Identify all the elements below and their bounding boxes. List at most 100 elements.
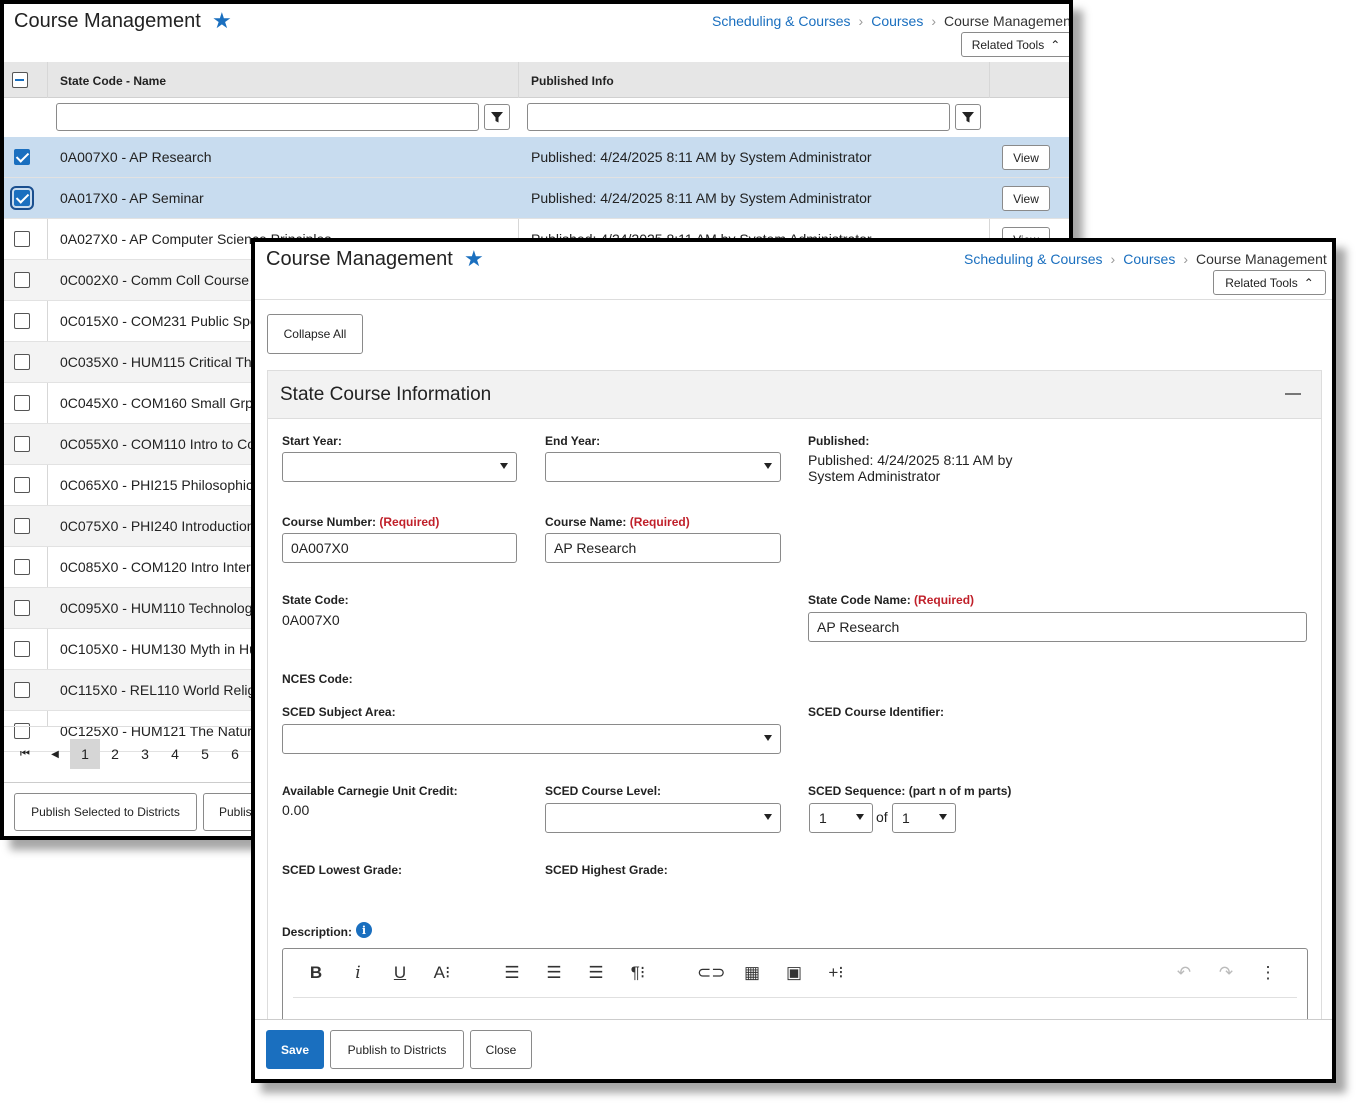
related-tools-button[interactable]: Related Tools ⌃ — [1213, 270, 1326, 295]
table-icon[interactable]: ▦ — [739, 963, 765, 983]
state-code-value: 0A007X0 — [282, 612, 340, 628]
column-header-state-code-name[interactable]: State Code - Name — [60, 74, 166, 88]
state-code-name-label-text: State Code Name: — [808, 593, 911, 607]
page-button[interactable]: 3 — [130, 739, 160, 769]
breadcrumb-separator-icon: › — [858, 13, 864, 29]
table-row[interactable]: 0A007X0 - AP Research Published: 4/24/202… — [4, 137, 1069, 178]
row-checkbox[interactable] — [14, 231, 30, 247]
breadcrumb-scheduling[interactable]: Scheduling & Courses — [712, 13, 851, 29]
page-button[interactable]: 6 — [220, 739, 250, 769]
filter-icon[interactable] — [484, 104, 510, 130]
row-checkbox[interactable] — [10, 186, 34, 210]
page-button[interactable]: 1 — [70, 739, 100, 769]
row-checkbox[interactable] — [14, 641, 30, 657]
close-button[interactable]: Close — [470, 1030, 532, 1069]
row-checkbox[interactable] — [14, 559, 30, 575]
underline-icon[interactable]: U — [387, 963, 413, 983]
breadcrumb-courses[interactable]: Courses — [871, 13, 923, 29]
row-checkbox[interactable] — [14, 518, 30, 534]
published-value: Published: 4/24/2025 8:11 AM by — [808, 452, 1013, 468]
published-value-line2: System Administrator — [808, 468, 941, 484]
page-title: Course Management — [14, 10, 201, 32]
sequence-n-value: 1 — [819, 810, 827, 826]
required-marker: (Required) — [379, 515, 440, 529]
undo-icon[interactable]: ↶ — [1171, 963, 1197, 983]
sced-sequence-n-select[interactable]: 1 — [809, 803, 873, 833]
table-row[interactable]: 0A017X0 - AP Seminar Published: 4/24/2025… — [4, 178, 1069, 219]
page-button[interactable]: 5 — [190, 739, 220, 769]
sced-course-level-select[interactable] — [545, 803, 781, 833]
filter-icon[interactable] — [955, 104, 981, 130]
dropdown-arrow-icon — [856, 814, 864, 820]
sced-course-identifier-label: SCED Course Identifier: — [808, 705, 945, 719]
favorite-star-icon[interactable]: ★ — [212, 8, 232, 34]
paragraph-icon[interactable]: ¶⁝ — [625, 963, 651, 983]
sced-sequence-m-select[interactable]: 1 — [892, 803, 956, 833]
filter-row — [4, 98, 1069, 138]
row-checkbox[interactable] — [14, 477, 30, 493]
panel-header[interactable]: State Course Information — [268, 371, 1321, 419]
sced-course-level-label: SCED Course Level: — [545, 784, 662, 798]
detail-header: Course Management ★ Scheduling & Courses… — [255, 242, 1332, 300]
save-button[interactable]: Save — [266, 1030, 324, 1069]
published-info-filter-input[interactable] — [527, 103, 950, 131]
row-checkbox[interactable] — [14, 313, 30, 329]
page-button[interactable]: 2 — [100, 739, 130, 769]
page-title: Course Management — [266, 248, 453, 270]
sequence-m-value: 1 — [902, 810, 910, 826]
required-marker: (Required) — [629, 515, 690, 529]
row-checkbox[interactable] — [14, 436, 30, 452]
image-icon[interactable]: ▣ — [781, 963, 807, 983]
align-left-icon[interactable]: ☰ — [499, 963, 525, 983]
view-button[interactable]: View — [1002, 145, 1050, 170]
favorite-star-icon[interactable]: ★ — [464, 246, 484, 272]
sced-subject-area-select[interactable] — [282, 724, 781, 754]
breadcrumb-scheduling[interactable]: Scheduling & Courses — [964, 251, 1103, 267]
row-checkbox[interactable] — [14, 272, 30, 288]
italic-icon[interactable]: i — [345, 963, 371, 983]
view-button[interactable]: View — [1002, 186, 1050, 211]
breadcrumb-current: Course Management — [944, 13, 1073, 29]
row-checkbox[interactable] — [14, 600, 30, 616]
collapse-icon[interactable] — [1285, 393, 1301, 395]
link-icon[interactable]: ⊂⊃ — [697, 963, 726, 983]
course-name-input[interactable]: AP Research — [545, 533, 781, 563]
sced-sequence-label: SCED Sequence: (part n of m parts) — [808, 784, 1012, 798]
first-page-icon[interactable]: ⏮ — [10, 739, 40, 769]
previous-page-icon[interactable]: ◀ — [40, 739, 70, 769]
related-tools-button[interactable]: Related Tools ⌃ — [961, 32, 1069, 57]
row-checkbox[interactable] — [14, 354, 30, 370]
course-name-label-text: Course Name: — [545, 515, 627, 529]
insert-more-icon[interactable]: +⁝ — [823, 963, 849, 983]
column-header-published-info[interactable]: Published Info — [531, 74, 614, 88]
breadcrumb: Scheduling & Courses › Courses › Course Mana… — [712, 13, 1073, 29]
state-code-name-label: State Code Name: (Required) — [808, 593, 974, 607]
more-options-icon[interactable]: ⋮ — [1255, 963, 1281, 983]
course-name-cell: 0A007X0 - AP Research — [60, 149, 212, 165]
state-code-filter-input[interactable] — [56, 103, 479, 131]
align-center-icon[interactable]: ☰ — [541, 963, 567, 983]
published-info-cell: Published: 4/24/2025 8:11 AM by System A… — [531, 149, 872, 165]
breadcrumb-separator-icon: › — [1183, 251, 1189, 267]
font-size-icon[interactable]: A⁝ — [429, 963, 455, 983]
sequence-of-label: of — [876, 809, 888, 825]
publish-selected-button[interactable]: Publish Selected to Districts — [14, 793, 197, 831]
align-right-icon[interactable]: ☰ — [583, 963, 609, 983]
row-checkbox[interactable] — [14, 149, 30, 165]
redo-icon[interactable]: ↷ — [1213, 963, 1239, 983]
start-year-select[interactable] — [282, 452, 517, 482]
info-icon[interactable]: i — [356, 922, 372, 938]
row-checkbox[interactable] — [14, 395, 30, 411]
course-number-input[interactable]: 0A007X0 — [282, 533, 517, 563]
collapse-all-button[interactable]: Collapse All — [267, 314, 363, 354]
bold-icon[interactable]: B — [303, 963, 329, 983]
page-button[interactable]: 4 — [160, 739, 190, 769]
state-code-label: State Code: — [282, 593, 349, 607]
row-checkbox[interactable] — [14, 682, 30, 698]
course-name-cell: 0C055X0 - COM110 Intro to Com — [60, 436, 267, 452]
state-code-name-input[interactable]: AP Research — [808, 612, 1307, 642]
breadcrumb-courses[interactable]: Courses — [1123, 251, 1175, 267]
end-year-select[interactable] — [545, 452, 781, 482]
select-all-checkbox[interactable] — [12, 72, 28, 88]
publish-to-districts-button[interactable]: Publish to Districts — [330, 1030, 464, 1069]
